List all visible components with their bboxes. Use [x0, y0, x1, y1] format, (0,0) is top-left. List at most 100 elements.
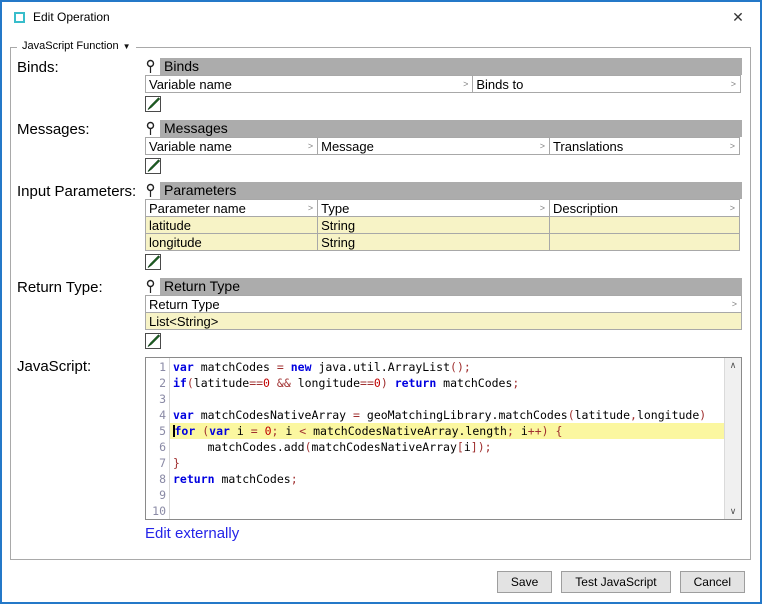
code-token: =: [277, 360, 284, 374]
section-content-javascript: 12345678910 var matchCodes = new java.ut…: [145, 357, 742, 542]
line-number: 9: [146, 487, 166, 503]
column-header-variable-name[interactable]: Variable name>: [145, 137, 318, 155]
code-line-7[interactable]: }: [170, 455, 724, 471]
code-token: 0: [374, 376, 381, 390]
line-number: 4: [146, 407, 166, 423]
code-token: return: [395, 376, 437, 390]
column-header-description[interactable]: Description>: [549, 199, 740, 217]
code-token: [388, 376, 395, 390]
cell-type-string[interactable]: String: [317, 216, 550, 234]
code-token: ;: [291, 472, 298, 486]
line-number-gutter: 12345678910: [146, 358, 170, 519]
cell-parameter-name-latitude[interactable]: latitude: [145, 216, 318, 234]
button-label: Cancel: [694, 575, 731, 589]
table-header-label: Return Type: [164, 278, 240, 294]
code-line-3[interactable]: [170, 391, 724, 407]
cell-description[interactable]: [549, 233, 740, 251]
column-header-label: Return Type: [149, 297, 220, 312]
code-line-5[interactable]: for (var i = 0; i < matchCodesNativeArra…: [170, 423, 724, 439]
table-row[interactable]: latitudeString: [145, 216, 742, 234]
chevron-right-icon: >: [730, 203, 736, 213]
code-token: 0: [265, 424, 272, 438]
column-header-label: Translations: [553, 139, 623, 154]
code-token: ;: [512, 376, 519, 390]
code-token: for: [175, 424, 196, 438]
table-header-bar-return-type: Return Type: [160, 278, 742, 295]
code-line-10[interactable]: [170, 503, 724, 519]
code-line-9[interactable]: [170, 487, 724, 503]
button-label: Test JavaScript: [575, 575, 656, 589]
column-header-message[interactable]: Message >: [317, 137, 550, 155]
line-number: 1: [146, 359, 166, 375]
code-token: i: [278, 424, 299, 438]
close-icon[interactable]: ✕: [724, 5, 752, 29]
chevron-up-icon[interactable]: ∧: [730, 361, 737, 370]
table-row[interactable]: List<String>: [145, 312, 742, 330]
chevron-right-icon: >: [308, 203, 314, 213]
code-token: {: [549, 424, 563, 438]
code-token: =: [251, 424, 258, 438]
edit-pencil-icon[interactable]: [145, 333, 161, 349]
edit-pencil-icon[interactable]: [145, 96, 161, 112]
code-token: matchCodes: [215, 472, 291, 486]
pin-icon: [145, 59, 160, 74]
code-line-6[interactable]: matchCodes.add(matchCodesNativeArray[i])…: [170, 439, 724, 455]
column-header-translations[interactable]: Translations >: [549, 137, 740, 155]
titlebar[interactable]: Edit Operation ✕: [2, 2, 760, 32]
column-header-variable-name[interactable]: Variable name>: [145, 75, 473, 93]
code-token: [284, 360, 291, 374]
section-label-binds: Binds:: [17, 58, 145, 112]
column-header-return-type[interactable]: Return Type>: [145, 295, 742, 313]
edit-pencil-icon[interactable]: [145, 254, 161, 270]
cell-return-type-list-string[interactable]: List<String>: [145, 312, 742, 330]
edit-pencil-icon[interactable]: [145, 158, 161, 174]
chevron-right-icon: >: [730, 141, 736, 151]
code-token: i: [464, 440, 471, 454]
save-button[interactable]: Save: [497, 571, 552, 593]
section-content-messages: MessagesVariable name>Message>Translatio…: [145, 120, 742, 174]
column-header-label: Message: [321, 139, 374, 154]
code-token: [: [457, 440, 464, 454]
chevron-right-icon: >: [463, 79, 469, 89]
cell-type-string[interactable]: String: [317, 233, 550, 251]
section-content-binds: BindsVariable name>Binds to>: [145, 58, 742, 112]
line-number: 6: [146, 439, 166, 455]
code-token: (: [187, 376, 194, 390]
code-token: latitude: [575, 408, 630, 422]
code-line-4[interactable]: var matchCodesNativeArray = geoMatchingL…: [170, 407, 724, 423]
chevron-right-icon: >: [540, 203, 546, 213]
code-area[interactable]: var matchCodes = new java.util.ArrayList…: [170, 358, 724, 519]
code-token: matchCodesNativeArray.length: [306, 424, 507, 438]
javascript-code-editor[interactable]: 12345678910 var matchCodes = new java.ut…: [145, 357, 742, 520]
code-line-2[interactable]: if(latitude==0 && longitude==0) return m…: [170, 375, 724, 391]
groupbox-label: JavaScript Function: [22, 40, 119, 52]
column-header-parameter-name[interactable]: Parameter name>: [145, 199, 318, 217]
chevron-down-icon[interactable]: ∨: [730, 507, 737, 516]
column-header-type[interactable]: Type >: [317, 199, 550, 217]
table-header-parameters: Parameters: [145, 182, 742, 199]
table-header-label: Binds: [164, 58, 199, 74]
table-row[interactable]: longitudeString: [145, 233, 742, 251]
code-line-8[interactable]: return matchCodes;: [170, 471, 724, 487]
section-binds: Binds:BindsVariable name>Binds to>: [17, 58, 742, 112]
groupbox-collapse-toggle[interactable]: JavaScript Function ▼: [17, 40, 136, 52]
table-header-bar-messages: Messages: [160, 120, 742, 137]
column-header-binds-to[interactable]: Binds to>: [472, 75, 741, 93]
cell-parameter-name-longitude[interactable]: longitude: [145, 233, 318, 251]
pin-icon: [145, 121, 160, 136]
code-token: ++: [528, 424, 542, 438]
code-line-1[interactable]: var matchCodes = new java.util.ArrayList…: [170, 359, 724, 375]
code-token: ==: [249, 376, 263, 390]
edit-externally-link[interactable]: Edit externally: [145, 525, 239, 542]
cell-description[interactable]: [549, 216, 740, 234]
chevron-right-icon: >: [540, 141, 546, 151]
test-javascript-button[interactable]: Test JavaScript: [561, 571, 670, 593]
column-header-label: Type: [321, 201, 349, 216]
code-token: (: [305, 440, 312, 454]
editor-vertical-scrollbar[interactable]: ∧ ∨: [724, 358, 741, 519]
code-token: ): [699, 408, 706, 422]
cancel-button[interactable]: Cancel: [680, 571, 745, 593]
edit-operation-dialog: Edit Operation ✕ JavaScript Function ▼ B…: [0, 0, 762, 604]
line-number: 8: [146, 471, 166, 487]
code-token: i: [230, 424, 251, 438]
